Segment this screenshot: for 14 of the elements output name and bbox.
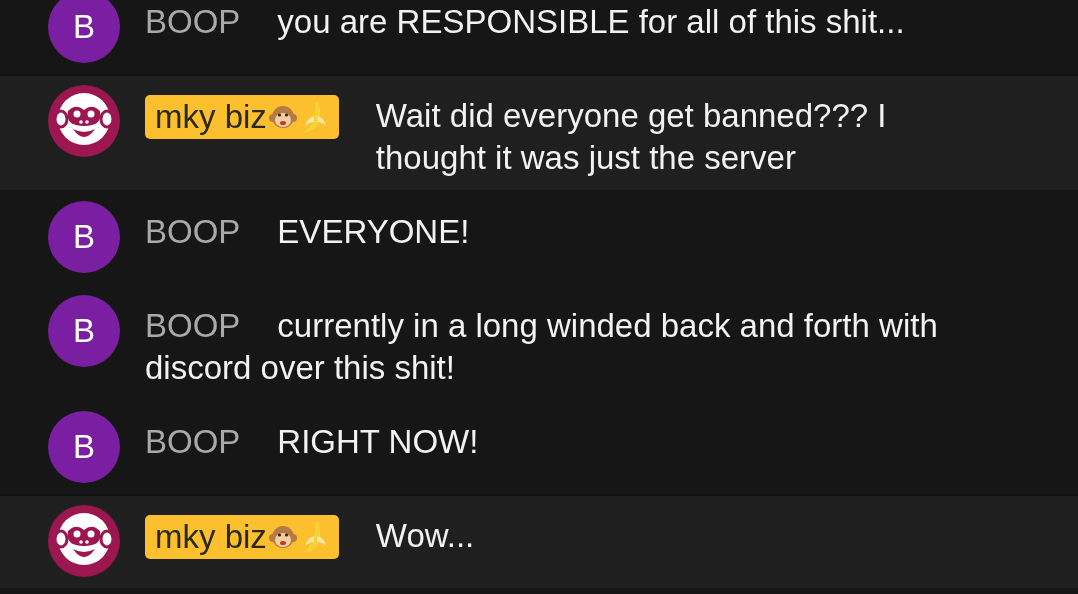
- monkey-face-icon: [268, 523, 297, 551]
- avatar: B: [48, 0, 120, 63]
- message-text: BOOP EVERYONE!: [145, 212, 471, 252]
- message-text: Wow...: [375, 516, 476, 556]
- username-tag: mky biz: [145, 515, 339, 559]
- avatar: B: [48, 411, 120, 483]
- avatar: B: [48, 201, 120, 273]
- avatar: B: [48, 295, 120, 367]
- message-text: BOOP RIGHT NOW!: [145, 422, 480, 462]
- message-text: BOOP currently in a long winded back and forth with discord over this shit!: [145, 306, 939, 388]
- monkey-face-icon: [268, 103, 297, 131]
- username-tag: mky biz: [145, 95, 339, 139]
- message-text: BOOP you are RESPONSIBLE for all of this shit...: [145, 2, 906, 42]
- message-text: Wait did everyone get banned??? I thought it was just the server: [375, 96, 888, 178]
